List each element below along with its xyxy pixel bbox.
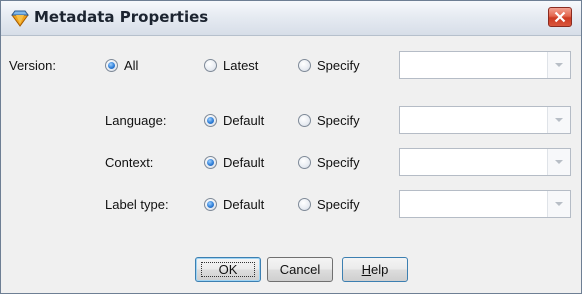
version-specify-label: Specify <box>317 58 360 73</box>
cancel-button-label: Cancel <box>279 262 321 277</box>
context-specify-radio[interactable] <box>298 156 311 169</box>
context-label: Context: <box>105 155 154 170</box>
language-default-label: Default <box>223 113 265 128</box>
dialog-title: Metadata Properties <box>34 8 209 26</box>
context-default-label: Default <box>223 155 265 170</box>
metadata-properties-dialog: Metadata Properties Version: All Latest … <box>0 0 582 294</box>
version-label: Version: <box>9 58 56 73</box>
chevron-down-icon[interactable] <box>547 52 570 78</box>
cancel-button[interactable]: Cancel <box>267 257 333 282</box>
context-specify-label: Specify <box>317 155 360 170</box>
label-type-select[interactable] <box>399 190 571 218</box>
language-select[interactable] <box>399 106 571 134</box>
close-icon <box>554 11 566 23</box>
version-select[interactable] <box>399 51 571 79</box>
language-default-radio[interactable] <box>204 114 217 127</box>
label-type-default-radio[interactable] <box>204 198 217 211</box>
metadata-diamond-icon <box>11 9 29 27</box>
ok-button-label: OK <box>218 262 238 277</box>
label-type-specify-radio[interactable] <box>298 198 311 211</box>
help-mnemonic: H <box>361 262 372 277</box>
label-type-label: Label type: <box>105 197 169 212</box>
language-label: Language: <box>105 113 167 128</box>
label-type-specify-label: Specify <box>317 197 360 212</box>
chevron-down-icon[interactable] <box>547 149 570 175</box>
help-button-label: Help <box>362 262 389 277</box>
help-button[interactable]: Help <box>342 257 408 282</box>
close-button[interactable] <box>548 7 572 27</box>
version-specify-radio[interactable] <box>298 59 311 72</box>
language-specify-label: Specify <box>317 113 360 128</box>
chevron-down-icon[interactable] <box>547 107 570 133</box>
help-label-rest: elp <box>371 262 389 277</box>
version-all-label: All <box>124 58 139 73</box>
context-select[interactable] <box>399 148 571 176</box>
title-bar[interactable]: Metadata Properties <box>1 1 581 36</box>
label-type-default-label: Default <box>223 197 265 212</box>
version-latest-radio[interactable] <box>204 59 217 72</box>
ok-button[interactable]: OK <box>195 257 261 282</box>
context-default-radio[interactable] <box>204 156 217 169</box>
chevron-down-icon[interactable] <box>547 191 570 217</box>
language-specify-radio[interactable] <box>298 114 311 127</box>
version-all-radio[interactable] <box>105 59 118 72</box>
version-latest-label: Latest <box>223 58 259 73</box>
